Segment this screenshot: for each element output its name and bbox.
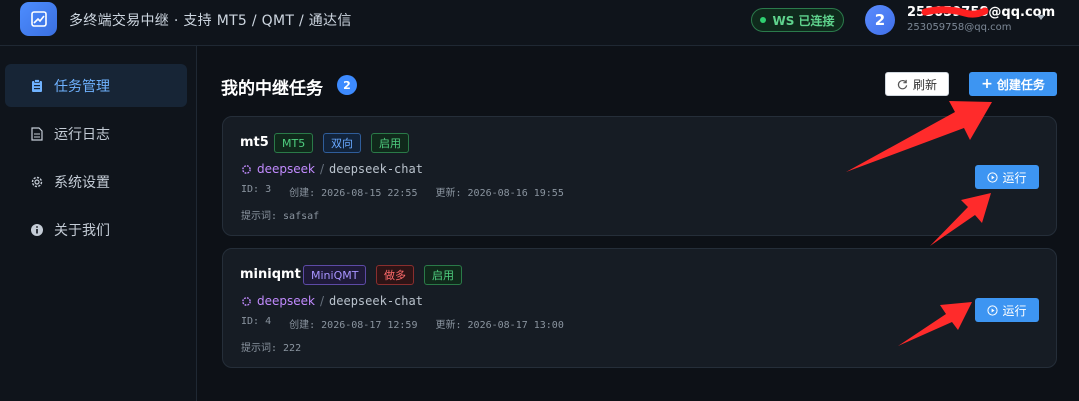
task-id: ID: 4 — [241, 316, 272, 327]
task-tag-platform: MT5 — [274, 133, 314, 153]
chart-trend-icon — [30, 11, 47, 27]
run-label: 运行 — [1002, 170, 1027, 185]
task-prompt: 提示词: 222 — [241, 343, 302, 354]
task-id: ID: 3 — [241, 184, 272, 195]
model-name: deepseek-chat — [329, 294, 423, 308]
play-circle-icon — [987, 304, 999, 316]
refresh-label: 刷新 — [912, 77, 937, 92]
model-name: deepseek-chat — [329, 162, 423, 176]
task-count-badge: 2 — [337, 75, 357, 95]
chevron-down-icon[interactable] — [1037, 15, 1045, 20]
plus-icon: + — [981, 76, 993, 92]
task-name: mt5 — [240, 135, 269, 150]
model-row: deepseek / deepseek-chat — [241, 294, 423, 308]
ws-status-label: WS 已连接 — [772, 13, 835, 28]
info-icon — [30, 223, 44, 237]
model-separator: / — [319, 162, 325, 176]
run-button[interactable]: 运行 — [975, 165, 1039, 189]
model-gear-icon — [242, 164, 251, 174]
redaction-scribble — [921, 6, 989, 18]
status-dot-icon — [760, 17, 767, 23]
task-meta: ID: 3 创建: 2026-08-15 22:55 更新: 2026-08-1… — [241, 184, 564, 199]
page-title: 我的中继任务 — [221, 79, 323, 99]
model-provider: deepseek — [257, 162, 315, 176]
sidebar-item-logs[interactable]: 运行日志 — [5, 112, 187, 155]
run-label: 运行 — [1002, 303, 1027, 318]
gear-icon — [30, 175, 44, 189]
task-tag-platform: MiniQMT — [303, 265, 367, 285]
task-name: miniqmt — [240, 267, 301, 282]
sidebar-item-settings[interactable]: 系统设置 — [5, 160, 187, 203]
sidebar: 任务管理 运行日志 系统设置 关于我们 — [0, 46, 197, 401]
model-separator: / — [319, 294, 325, 308]
sidebar-item-tasks[interactable]: 任务管理 — [5, 64, 187, 107]
user-email-sub: 253059758@qq.com — [907, 22, 1012, 33]
document-icon — [30, 126, 44, 141]
top-header: 多终端交易中继 · 支持 MT5 / QMT / 通达信 WS 已连接 2 25… — [0, 0, 1079, 46]
task-tag-status: 启用 — [424, 265, 462, 285]
task-prompt: 提示词: safsaf — [241, 211, 320, 222]
task-updated: 更新: 2026-08-16 19:55 — [435, 188, 564, 199]
model-gear-icon — [242, 296, 251, 306]
task-tag-direction: 做多 — [376, 265, 414, 285]
clipboard-icon — [30, 78, 44, 93]
create-task-button[interactable]: + 创建任务 — [969, 72, 1057, 96]
play-circle-icon — [987, 171, 999, 183]
task-card: mt5 MT5 双向 启用 deepseek / deepseek-chat I… — [222, 116, 1057, 236]
task-tag-direction: 双向 — [323, 133, 361, 153]
task-card: miniqmt MiniQMT 做多 启用 deepseek / deepsee… — [222, 248, 1057, 368]
ws-status-badge: WS 已连接 — [751, 8, 844, 32]
task-meta: ID: 4 创建: 2026-08-17 12:59 更新: 2026-08-1… — [241, 316, 564, 331]
task-created: 创建: 2026-08-15 22:55 — [289, 188, 418, 199]
refresh-button[interactable]: 刷新 — [885, 72, 949, 96]
create-task-label: 创建任务 — [996, 77, 1045, 92]
refresh-icon — [897, 79, 908, 89]
sidebar-item-label: 运行日志 — [54, 126, 110, 143]
model-row: deepseek / deepseek-chat — [241, 162, 423, 176]
task-tag-status: 启用 — [371, 133, 409, 153]
sidebar-item-label: 关于我们 — [54, 222, 110, 239]
sidebar-item-about[interactable]: 关于我们 — [5, 208, 187, 251]
app-title: 多终端交易中继 · 支持 MT5 / QMT / 通达信 — [69, 13, 352, 29]
model-provider: deepseek — [257, 294, 315, 308]
run-button[interactable]: 运行 — [975, 298, 1039, 322]
sidebar-item-label: 任务管理 — [54, 78, 110, 95]
task-updated: 更新: 2026-08-17 13:00 — [435, 320, 564, 331]
sidebar-item-label: 系统设置 — [54, 174, 110, 191]
avatar[interactable]: 2 — [865, 5, 895, 35]
task-created: 创建: 2026-08-17 12:59 — [289, 320, 418, 331]
app-logo[interactable] — [20, 2, 57, 36]
